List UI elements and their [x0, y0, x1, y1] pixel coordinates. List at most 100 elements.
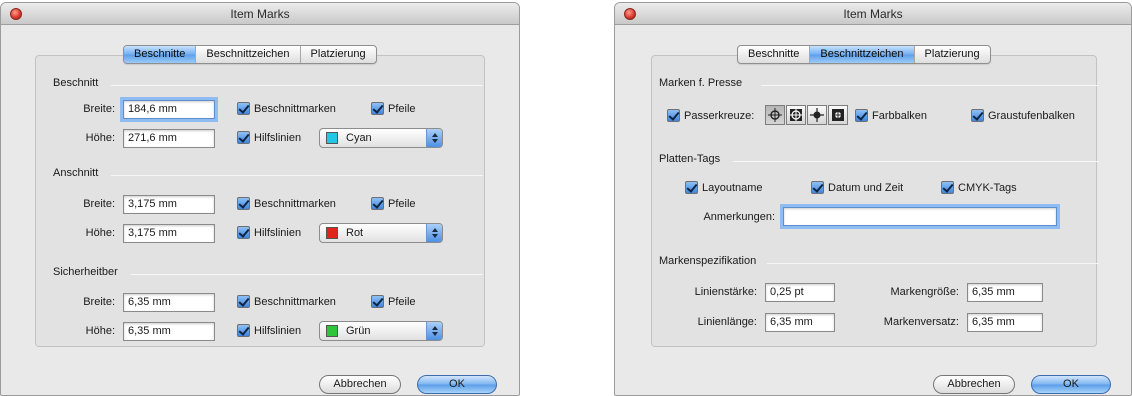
- bleed-marks-checkbox[interactable]: Beschnittmarken: [237, 102, 336, 115]
- checkbox-label: Farbbalken: [872, 109, 928, 122]
- trim-guide-color-popup[interactable]: Rot: [319, 223, 443, 243]
- safety-guide-color-popup[interactable]: Grün: [319, 321, 443, 341]
- title-bar: Item Marks: [615, 3, 1131, 25]
- registration-style-group: [765, 105, 849, 125]
- cmyk-tags-checkbox[interactable]: CMYK-Tags: [941, 181, 1017, 194]
- popup-value: Rot: [346, 227, 364, 239]
- registration-target-icon[interactable]: [807, 105, 827, 125]
- window-title: Item Marks: [230, 7, 290, 21]
- trim-marks-checkbox[interactable]: Beschnittmarken: [237, 197, 336, 210]
- tab-beschnittzeichen[interactable]: Beschnittzeichen: [196, 46, 301, 63]
- registration-marks-checkbox[interactable]: Passerkreuze:: [667, 109, 754, 122]
- bleed-width-input[interactable]: 184,6 mm: [123, 100, 215, 119]
- tab-bar: Beschnitte Beschnittzeichen Platzierung: [737, 45, 991, 64]
- section-title-anschnitt: Anschnitt: [53, 167, 99, 179]
- notes-label: Anmerkungen:: [703, 211, 775, 223]
- cancel-button[interactable]: Abbrechen: [319, 375, 401, 394]
- line-weight-input[interactable]: 0,25 pt: [765, 283, 835, 302]
- safety-marks-checkbox[interactable]: Beschnittmarken: [237, 295, 336, 308]
- checkbox-label: Hilfslinien: [254, 324, 302, 337]
- popup-value: Grün: [346, 325, 371, 337]
- checkbox-checked-icon: [371, 197, 384, 210]
- checkbox-checked-icon: [237, 226, 250, 239]
- section-title-sicherheitber: Sicherheitber: [53, 266, 118, 278]
- trim-width-input[interactable]: 3,175 mm: [123, 195, 215, 214]
- section-title-plate-tags: Platten-Tags: [659, 153, 721, 165]
- color-swatch: [326, 227, 338, 239]
- color-swatch: [326, 325, 338, 337]
- ok-button[interactable]: OK: [1031, 375, 1111, 394]
- trim-guides-checkbox[interactable]: Hilfslinien: [237, 226, 301, 239]
- notes-input[interactable]: [783, 207, 1057, 226]
- checkbox-checked-icon: [371, 102, 384, 115]
- checkbox-label: CMYK-Tags: [958, 181, 1017, 194]
- registration-target-icon[interactable]: [786, 105, 806, 125]
- safety-height-input[interactable]: 6,35 mm: [123, 322, 215, 341]
- line-weight-label: Linienstärke:: [694, 286, 757, 298]
- window-title: Item Marks: [843, 7, 903, 21]
- tab-panel: [651, 55, 1097, 347]
- grayscale-bars-checkbox[interactable]: Graustufenbalken: [971, 109, 1075, 122]
- popup-arrows-icon: [426, 224, 442, 242]
- tab-beschnitte[interactable]: Beschnitte: [738, 46, 811, 63]
- tab-beschnittzeichen[interactable]: Beschnittzeichen: [810, 46, 915, 63]
- bleed-arrows-checkbox[interactable]: Pfeile: [371, 102, 416, 115]
- safety-arrows-checkbox[interactable]: Pfeile: [371, 295, 416, 308]
- height-label: Höhe:: [85, 132, 115, 144]
- checkbox-checked-icon: [855, 109, 868, 122]
- bleed-guide-color-popup[interactable]: Cyan: [319, 128, 443, 148]
- item-marks-dialog-bleeds: Item Marks Beschnitte Beschnittzeichen P…: [0, 2, 520, 396]
- section-title-mark-spec: Markenspezifikation: [659, 255, 757, 267]
- safety-width-input[interactable]: 6,35 mm: [123, 293, 215, 312]
- checkbox-label: Datum und Zeit: [828, 181, 904, 194]
- height-label: Höhe:: [85, 325, 115, 337]
- checkbox-checked-icon: [371, 295, 384, 308]
- color-swatch: [326, 132, 338, 144]
- checkbox-label: Layoutname: [702, 181, 763, 194]
- checkbox-label: Pfeile: [388, 295, 416, 308]
- trim-height-input[interactable]: 3,175 mm: [123, 224, 215, 243]
- checkbox-label: Hilfslinien: [254, 226, 302, 239]
- safety-guides-checkbox[interactable]: Hilfslinien: [237, 324, 301, 337]
- mark-offset-input[interactable]: 6,35 mm: [967, 313, 1043, 332]
- checkbox-label: Pfeile: [388, 102, 416, 115]
- popup-arrows-icon: [426, 322, 442, 340]
- checkbox-checked-icon: [237, 102, 250, 115]
- section-title-beschnitt: Beschnitt: [53, 77, 99, 89]
- ok-button[interactable]: OK: [417, 375, 497, 394]
- tab-platzierung[interactable]: Platzierung: [915, 46, 990, 63]
- checkbox-label: Passerkreuze:: [684, 109, 755, 122]
- tab-bar: Beschnitte Beschnittzeichen Platzierung: [123, 45, 377, 64]
- title-bar: Item Marks: [1, 3, 519, 25]
- section-separator: [111, 85, 483, 86]
- color-bars-checkbox[interactable]: Farbbalken: [855, 109, 927, 122]
- line-length-label: Linienlänge:: [697, 316, 757, 328]
- bleed-guides-checkbox[interactable]: Hilfslinien: [237, 131, 301, 144]
- checkbox-label: Graustufenbalken: [988, 109, 1075, 122]
- trim-arrows-checkbox[interactable]: Pfeile: [371, 197, 416, 210]
- registration-target-icon[interactable]: [765, 105, 785, 125]
- height-label: Höhe:: [85, 227, 115, 239]
- checkbox-checked-icon: [237, 131, 250, 144]
- line-length-input[interactable]: 6,35 mm: [765, 313, 835, 332]
- section-separator: [111, 175, 483, 176]
- section-separator: [131, 274, 483, 275]
- section-separator: [761, 85, 1099, 86]
- checkbox-checked-icon: [237, 295, 250, 308]
- tab-beschnitte[interactable]: Beschnitte: [124, 46, 197, 63]
- width-label: Breite:: [83, 296, 115, 308]
- layout-name-checkbox[interactable]: Layoutname: [685, 181, 763, 194]
- date-time-checkbox[interactable]: Datum und Zeit: [811, 181, 903, 194]
- mark-size-input[interactable]: 6,35 mm: [967, 283, 1043, 302]
- cancel-button[interactable]: Abbrechen: [933, 375, 1015, 394]
- checkbox-label: Beschnittmarken: [254, 295, 336, 308]
- tab-platzierung[interactable]: Platzierung: [301, 46, 376, 63]
- registration-target-icon[interactable]: [828, 105, 848, 125]
- item-marks-dialog-crop-marks: Item Marks Beschnitte Beschnittzeichen P…: [614, 2, 1132, 396]
- width-label: Breite:: [83, 103, 115, 115]
- bleed-height-input[interactable]: 271,6 mm: [123, 129, 215, 148]
- checkbox-checked-icon: [941, 181, 954, 194]
- checkbox-checked-icon: [237, 324, 250, 337]
- section-title-press-marks: Marken f. Presse: [659, 77, 743, 89]
- checkbox-checked-icon: [237, 197, 250, 210]
